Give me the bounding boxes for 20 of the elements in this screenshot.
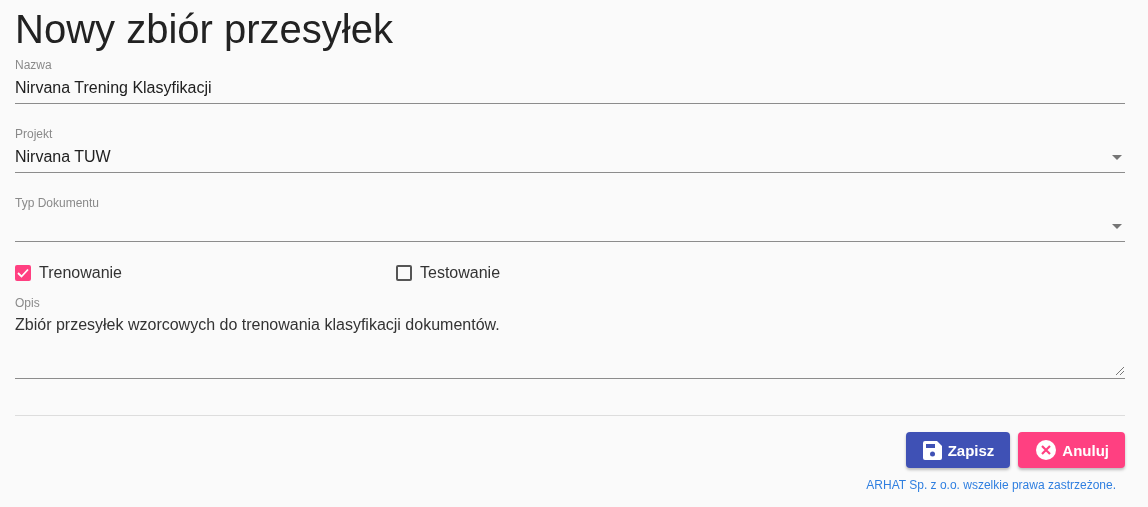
- page-title: Nowy zbiór przesyłek: [15, 6, 394, 53]
- checkbox[interactable]: [396, 265, 412, 281]
- save-button[interactable]: Zapisz: [905, 432, 1011, 468]
- close-circle-icon: [1036, 440, 1057, 460]
- dropdown-caret-icon[interactable]: [1112, 154, 1122, 160]
- field-value: Nirvana TUW: [15, 147, 112, 167]
- field-label: Typ Dokumentu: [15, 196, 100, 210]
- dropdown-field[interactable]: Projekt Nirvana TUW: [15, 124, 1125, 173]
- input-field[interactable]: Nazwa Nirvana Trening Klasyfikacji: [15, 55, 1125, 104]
- field-label: Opis: [15, 296, 40, 310]
- resize-handle-icon[interactable]: [1115, 366, 1124, 375]
- copyright-link[interactable]: ARHAT Sp. z o.o. wszelkie prawa zastrzeżone.: [866, 478, 1116, 492]
- checkbox-label: Testowanie: [420, 264, 501, 282]
- field-label: Nazwa: [15, 58, 52, 72]
- dropdown-caret-icon[interactable]: [1112, 223, 1122, 229]
- checkbox-label: Trenowanie: [39, 264, 122, 282]
- checkbox[interactable]: [15, 265, 31, 281]
- dropdown-field[interactable]: Typ Dokumentu: [15, 193, 1125, 242]
- description-textarea[interactable]: Opis Zbiór przesyłek wzorcowych do trenowania klasyfikacji dokumentów.: [15, 293, 1125, 379]
- field-label: Projekt: [15, 127, 53, 141]
